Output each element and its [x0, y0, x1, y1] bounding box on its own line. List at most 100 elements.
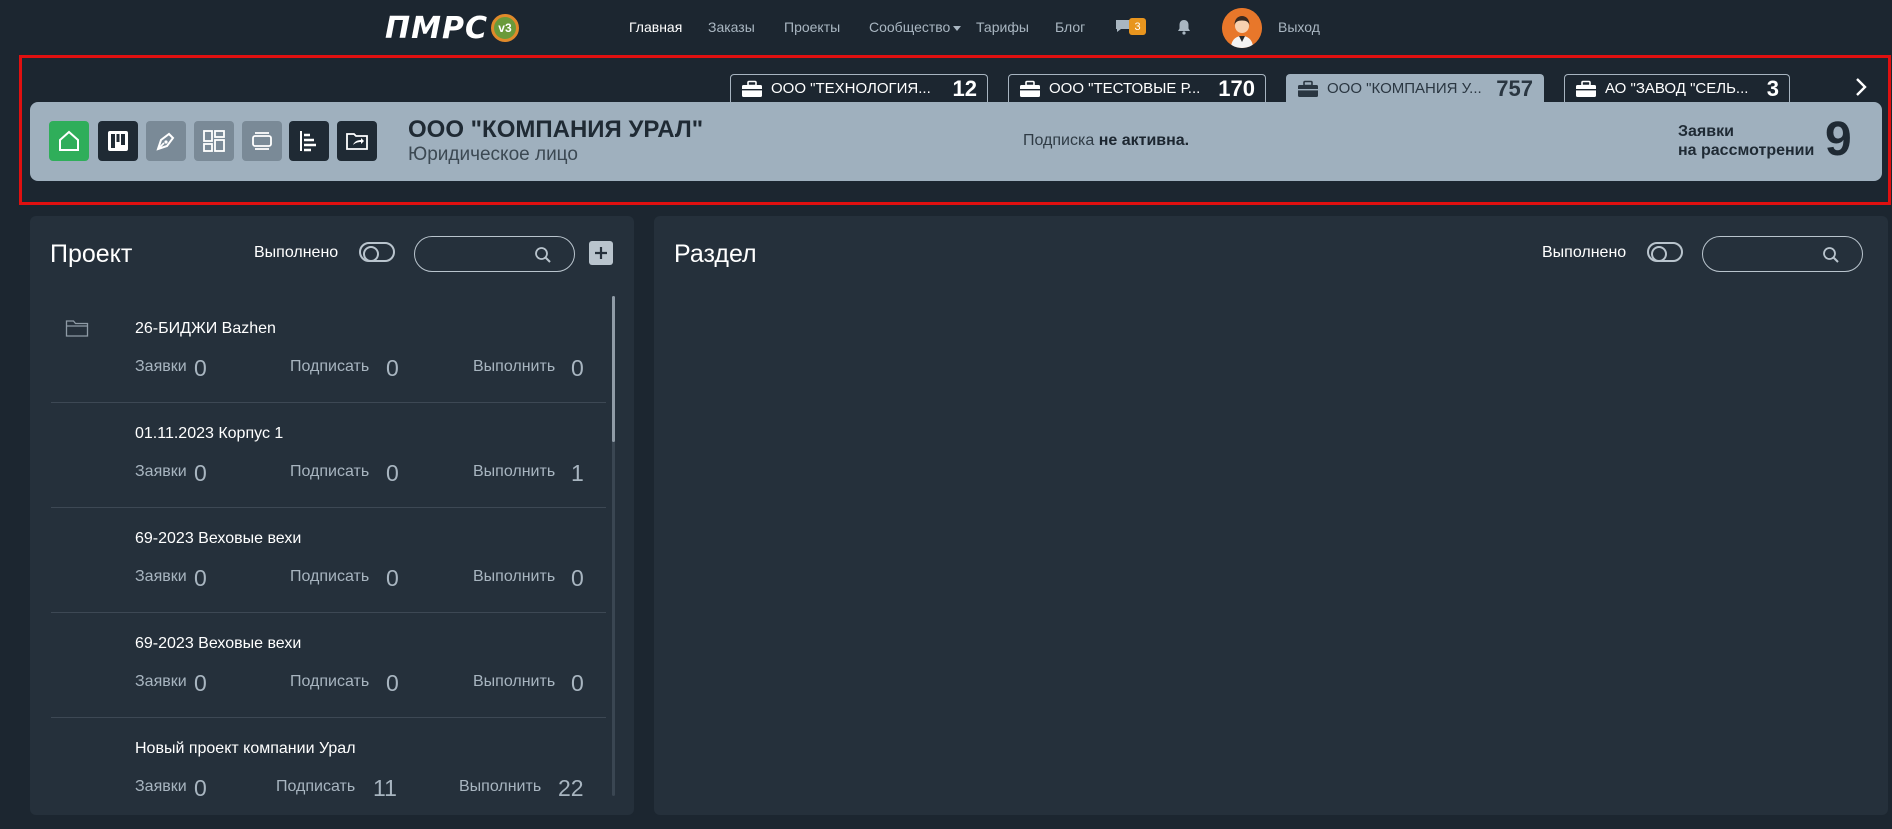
- company-tab-1[interactable]: ООО "ТЕХНОЛОГИЯ... 12: [730, 74, 988, 102]
- bell-icon[interactable]: [1176, 19, 1192, 35]
- company-tab-name: ООО "ТЕХНОЛОГИЯ...: [771, 80, 931, 97]
- requests-stat-label: Заявки: [135, 568, 187, 585]
- exec-stat-value: 1: [571, 460, 584, 486]
- exec-stat-value: 0: [571, 670, 584, 696]
- project-item[interactable]: Новый проект компании Урал Заявки 0 Подп…: [51, 718, 606, 803]
- sign-stat-label: Подписать: [276, 778, 356, 795]
- requests-label-line1: Заявки: [1678, 123, 1734, 140]
- subscription-prefix: Подписка: [1023, 132, 1099, 149]
- briefcase-icon: [1576, 80, 1596, 97]
- company-name: ООО "КОМПАНИЯ УРАЛ": [408, 116, 704, 143]
- sign-stat-value: 0: [386, 460, 399, 486]
- project-panel: Проект Выполнено 26-БИДЖИ Bazhen Заявки …: [30, 216, 634, 815]
- section-done-label: Выполнено: [1542, 244, 1627, 261]
- requests-label-line2: на рассмотрении: [1678, 142, 1815, 159]
- project-search-input[interactable]: [414, 236, 575, 272]
- requests-stat-label: Заявки: [135, 463, 187, 480]
- chevron-down-icon: [953, 25, 962, 31]
- project-done-label: Выполнено: [254, 244, 339, 261]
- add-project-button[interactable]: [589, 241, 613, 265]
- share-button[interactable]: [337, 121, 377, 161]
- sign-stat-label: Подписать: [290, 568, 370, 585]
- kanban-button[interactable]: [98, 121, 138, 161]
- project-done-toggle[interactable]: [359, 242, 395, 262]
- section-panel: Раздел Выполнено: [654, 216, 1888, 815]
- sign-stat-value: 11: [373, 775, 397, 801]
- layers-icon: [252, 132, 272, 150]
- logo-version-badge: v3: [490, 14, 519, 42]
- section-done-toggle[interactable]: [1647, 242, 1683, 262]
- company-tab-2[interactable]: ООО "ТЕСТОВЫЕ Р... 170: [1008, 74, 1266, 102]
- sections-button[interactable]: [242, 121, 282, 161]
- sign-stat-value: 0: [386, 565, 399, 591]
- user-avatar-icon: [1222, 8, 1262, 48]
- briefcase-icon: [1298, 80, 1318, 97]
- plus-icon: [595, 247, 607, 259]
- requests-stat-value: 0: [194, 775, 207, 801]
- sign-stat-value: 0: [386, 670, 399, 696]
- home-icon: [59, 130, 79, 151]
- project-item[interactable]: 69-2023 Веховые вехи Заявки 0 Подписать …: [51, 508, 606, 613]
- exit-link[interactable]: Выход: [1278, 19, 1320, 35]
- project-title: 26-БИДЖИ Bazhen: [135, 320, 276, 337]
- requests-count[interactable]: 9: [1825, 112, 1852, 167]
- nav-link-projects[interactable]: Проекты: [784, 19, 840, 35]
- company-tab-count: 757: [1496, 75, 1533, 101]
- logo[interactable]: ПМРС v3: [385, 10, 519, 46]
- company-tab-count: 12: [952, 75, 977, 101]
- project-title: Новый проект компании Урал: [135, 740, 356, 757]
- exec-stat-value: 0: [571, 355, 584, 381]
- hierarchy-icon: [300, 131, 316, 152]
- company-tab-count: 170: [1218, 75, 1255, 101]
- nav-link-blog[interactable]: Блог: [1055, 19, 1085, 35]
- exec-stat-label: Выполнить: [473, 673, 556, 690]
- company-tab-4[interactable]: АО "ЗАВОД "СЕЛЬ... 3: [1564, 74, 1790, 102]
- company-tab-count: 3: [1766, 75, 1779, 101]
- project-title: 01.11.2023 Корпус 1: [135, 425, 284, 442]
- home-button[interactable]: [49, 121, 89, 161]
- company-tab-name: ООО "ТЕСТОВЫЕ Р...: [1049, 80, 1201, 97]
- company-type: Юридическое лицо: [408, 144, 578, 165]
- kanban-icon: [108, 131, 128, 151]
- exec-stat-label: Выполнить: [473, 463, 556, 480]
- gantt-button[interactable]: [289, 121, 329, 161]
- search-icon: [1823, 247, 1839, 263]
- requests-stat-value: 0: [194, 460, 207, 486]
- project-item[interactable]: 26-БИДЖИ Bazhen Заявки 0 Подписать 0 Вып…: [51, 298, 606, 403]
- project-panel-title: Проект: [50, 240, 133, 268]
- folder-icon: [65, 320, 89, 337]
- search-icon: [535, 247, 551, 263]
- section-panel-title: Раздел: [674, 240, 757, 268]
- folder-share-icon: [346, 133, 368, 150]
- requests-stat-label: Заявки: [135, 358, 187, 375]
- dashboard-button[interactable]: [194, 121, 234, 161]
- sign-button[interactable]: [146, 121, 186, 161]
- top-navigation: ПМРС v3 Главная Заказы Проекты Сообществ…: [0, 0, 1892, 56]
- company-tab-name: ООО "КОМПАНИЯ У...: [1327, 80, 1482, 97]
- requests-stat-value: 0: [194, 670, 207, 696]
- company-info-bar: ООО "КОМПАНИЯ УРАЛ" Юридическое лицо Под…: [30, 102, 1882, 181]
- section-search-input[interactable]: [1702, 236, 1863, 272]
- project-item[interactable]: 01.11.2023 Корпус 1 Заявки 0 Подписать 0…: [51, 403, 606, 508]
- exec-stat-value: 22: [558, 775, 584, 801]
- subscription-status: Подписка не активна.: [1023, 132, 1189, 150]
- project-item[interactable]: 69-2023 Веховые вехи Заявки 0 Подписать …: [51, 613, 606, 718]
- nav-link-orders[interactable]: Заказы: [708, 19, 755, 35]
- subscription-state: не активна.: [1098, 132, 1190, 149]
- grid-icon: [203, 130, 225, 152]
- company-tab-name: АО "ЗАВОД "СЕЛЬ...: [1605, 80, 1749, 97]
- project-list: 26-БИДЖИ Bazhen Заявки 0 Подписать 0 Вып…: [51, 298, 606, 803]
- company-tab-3-active[interactable]: ООО "КОМПАНИЯ У... 757: [1286, 74, 1544, 102]
- project-scrollbar[interactable]: [612, 296, 615, 442]
- nav-link-community-label: Сообщество: [869, 19, 951, 35]
- chevron-right-icon[interactable]: [1853, 76, 1869, 98]
- nav-link-tariffs[interactable]: Тарифы: [976, 19, 1029, 35]
- nav-link-community[interactable]: Сообщество: [869, 19, 962, 35]
- requests-stat-label: Заявки: [135, 673, 187, 690]
- sign-stat-label: Подписать: [290, 358, 370, 375]
- chat-badge: 3: [1129, 18, 1146, 35]
- nav-link-home[interactable]: Главная: [629, 19, 682, 35]
- exec-stat-value: 0: [571, 565, 584, 591]
- avatar[interactable]: [1222, 8, 1262, 48]
- logo-text: ПМРС: [385, 10, 488, 46]
